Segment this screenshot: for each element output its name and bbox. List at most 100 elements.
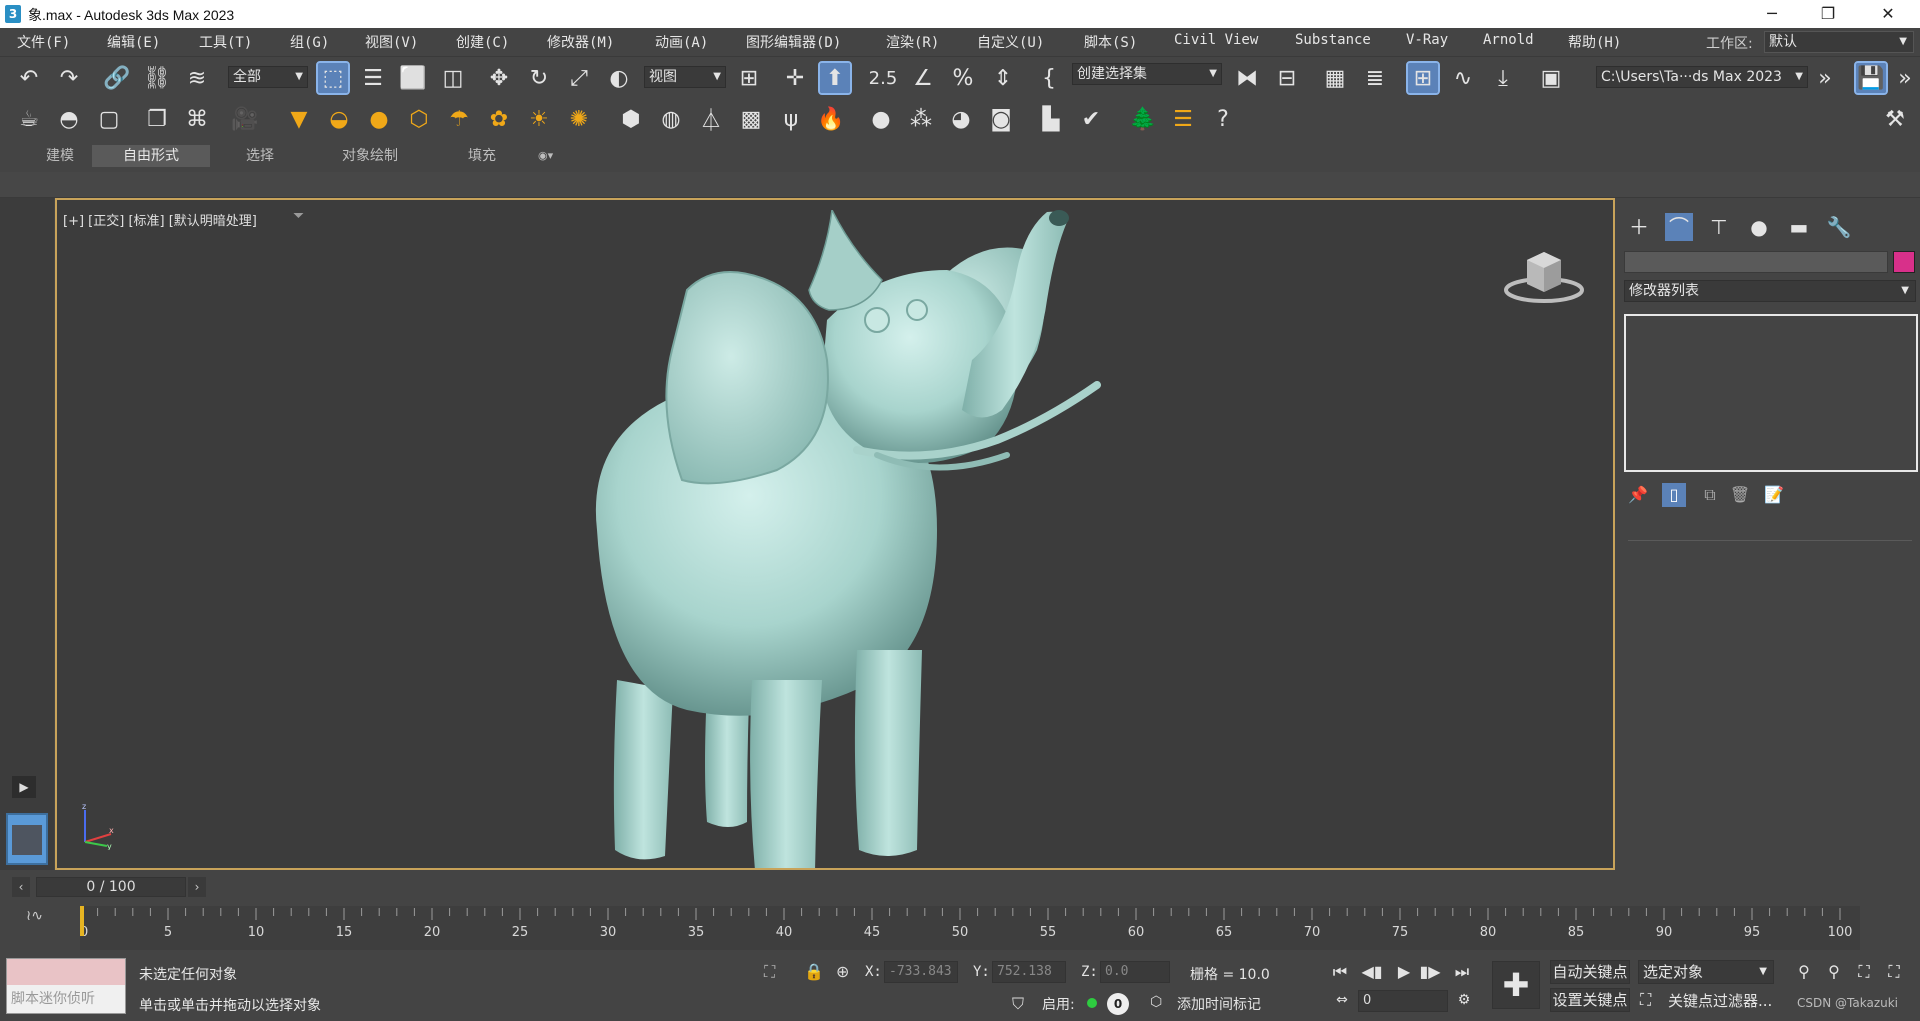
window-crossing-icon[interactable]: ◫ — [438, 63, 468, 93]
utilities-icon[interactable]: 🔧 — [1825, 213, 1853, 241]
motion-icon[interactable]: ● — [1745, 213, 1773, 241]
mirror-icon[interactable]: ⧓ — [1232, 63, 1262, 93]
pin-stack-icon[interactable]: 📌 — [1626, 483, 1650, 507]
vray-fur-icon[interactable]: ⌘ — [182, 104, 212, 134]
key-filters-button[interactable]: 关键点过滤器... — [1668, 990, 1772, 1011]
vray-sky-icon[interactable]: ✺ — [564, 104, 594, 134]
configure-modifier-sets-icon[interactable]: 📝 — [1762, 483, 1786, 507]
workspace-select[interactable]: 默认 ▼ — [1764, 31, 1914, 53]
play-icon[interactable]: ▶ — [12, 776, 36, 798]
link-icon[interactable]: 🔗 — [102, 63, 132, 93]
elephant-model[interactable] — [577, 210, 1337, 870]
vray-enmesh-icon[interactable]: ▩ — [736, 104, 766, 134]
lock-icon[interactable]: 🔒 — [804, 962, 824, 981]
schematic-view-icon[interactable]: ⤓ — [1488, 63, 1518, 93]
vray-decal-icon[interactable]: ◍ — [656, 104, 686, 134]
restore-button[interactable]: ❐ — [1800, 0, 1856, 28]
tab-modeling[interactable]: 建模 — [40, 145, 80, 167]
viewport[interactable]: [+] [正交] [标准] [默认明暗处理] ⏷ z x y — [55, 198, 1615, 870]
percent-snap-icon[interactable]: % — [948, 63, 978, 93]
vray-fur-strands-icon[interactable]: ψ — [776, 104, 806, 134]
vray-material-icon[interactable]: ● — [866, 104, 896, 134]
undo-icon[interactable]: ↶ — [14, 63, 44, 93]
select-manipulate-icon[interactable]: ✛ — [780, 63, 810, 93]
vray-box-icon[interactable]: ▢ — [94, 104, 124, 134]
vray-multi-material-icon[interactable]: ⁂ — [906, 104, 936, 134]
vray-frame-buffer-icon[interactable]: ▙ — [1036, 104, 1066, 134]
current-frame-marker[interactable] — [80, 906, 84, 936]
placement-icon[interactable]: ◐ — [604, 63, 634, 93]
set-key-icon[interactable]: ✚ — [1492, 961, 1540, 1009]
vray-fire-icon[interactable]: 🔥 — [816, 104, 846, 134]
adaptive-degradation-icon[interactable]: ⛉ — [1012, 994, 1024, 1014]
menu-vray[interactable]: V-Ray — [1406, 32, 1448, 48]
add-time-tag[interactable]: 添加时间标记 — [1177, 994, 1261, 1014]
menu-substance[interactable]: Substance — [1295, 32, 1371, 48]
filter-icon[interactable]: ⏷ — [293, 208, 304, 224]
vray-torus-icon[interactable]: ◓ — [54, 104, 84, 134]
project-path-dropdown[interactable]: C:\Users\Ta···ds Max 2023 ▼ — [1596, 66, 1808, 88]
move-icon[interactable]: ✥ — [484, 63, 514, 93]
viewport-layout-thumb[interactable] — [6, 813, 48, 865]
vray-dome-light-icon[interactable]: ◒ — [324, 104, 354, 134]
menu-tools[interactable]: 工具(T) — [199, 32, 252, 52]
viewcube[interactable] — [1499, 242, 1589, 312]
track-bar[interactable]: ≀∿ 0 5 10 15 20 25 30 35 40 45 50 55 60 65 70 75 80 85 90 9… — [0, 902, 1920, 952]
rotate-icon[interactable]: ↻ — [524, 63, 554, 93]
menu-create[interactable]: 创建(C) — [456, 32, 509, 52]
menu-help[interactable]: 帮助(H) — [1568, 32, 1621, 52]
scene-explorer-icon[interactable]: ▦ — [1320, 63, 1350, 93]
vray-list-icon[interactable]: ☰ — [1168, 104, 1198, 134]
align-icon[interactable]: ⊟ — [1272, 63, 1302, 93]
menu-modifiers[interactable]: 修改器(M) — [547, 32, 614, 52]
enable-count-badge[interactable]: 0 — [1107, 993, 1129, 1015]
z-coord-field[interactable]: 0.0 — [1100, 961, 1170, 983]
vray-camera-icon[interactable]: 🎥 — [230, 104, 260, 134]
viewport-label[interactable]: [+] [正交] [标准] [默认明暗处理] — [63, 210, 257, 229]
vray-sun-icon[interactable]: ☀ — [524, 104, 554, 134]
tab-freeform[interactable]: 自由形式 — [92, 145, 210, 167]
bind-spacewarp-icon[interactable]: ≋ — [182, 63, 212, 93]
zoom-extents-icon[interactable]: ⛶ — [1852, 960, 1876, 984]
menu-animation[interactable]: 动画(A) — [655, 32, 708, 52]
use-pivot-icon[interactable]: ⊞ — [734, 63, 764, 93]
make-unique-icon[interactable]: ⧉ — [1698, 483, 1722, 507]
vray-lightmix-icon[interactable]: ◕ — [946, 104, 976, 134]
vray-plane-light-icon[interactable]: ▼ — [284, 104, 314, 134]
show-end-result-icon[interactable]: ▯ — [1662, 483, 1686, 507]
play-animation-icon[interactable]: ▶ — [1392, 960, 1416, 984]
help-icon[interactable]: ? — [1208, 104, 1238, 134]
select-by-name-icon[interactable]: ☰ — [358, 63, 388, 93]
unlink-icon[interactable]: ⛓ — [142, 63, 172, 93]
menu-civil-view[interactable]: Civil View — [1174, 32, 1258, 48]
menu-group[interactable]: 组(G) — [290, 32, 329, 52]
menu-customize[interactable]: 自定义(U) — [977, 32, 1044, 52]
zoom-all-icon[interactable]: ⚲ — [1822, 960, 1846, 984]
go-to-end-icon[interactable]: ⏭ — [1450, 960, 1474, 984]
teapot-icon[interactable]: ☕ — [14, 104, 44, 134]
ribbon-toggle-icon[interactable]: ⊞ — [1406, 61, 1440, 95]
scale-icon[interactable]: ⤢ — [564, 63, 594, 93]
key-mode-icon[interactable]: ⇔ — [1330, 988, 1354, 1012]
go-to-start-icon[interactable]: ⏮ — [1328, 960, 1352, 984]
vray-ies-light-icon[interactable]: ☂ — [444, 104, 474, 134]
auto-key-button[interactable]: 自动关键点 — [1550, 960, 1630, 984]
menu-views[interactable]: 视图(V) — [365, 32, 418, 52]
isolate-icon[interactable]: ⛶ — [764, 962, 775, 982]
modify-icon[interactable]: ⌒ — [1665, 213, 1693, 241]
set-key-button[interactable]: 设置关键点 — [1550, 988, 1630, 1012]
absolute-mode-icon[interactable]: ⊕ — [836, 962, 849, 981]
material-editor-icon[interactable]: ▣ — [1536, 63, 1566, 93]
chaos-cosmos-icon[interactable]: 🌲 — [1128, 104, 1158, 134]
edit-named-selection-icon[interactable]: { — [1034, 63, 1064, 93]
time-config-icon[interactable]: ⚙ — [1452, 988, 1476, 1012]
menu-file[interactable]: 文件(F) — [17, 32, 70, 52]
select-object-icon[interactable]: ⬚ — [316, 61, 350, 95]
rect-selection-icon[interactable]: ⬜ — [398, 63, 428, 93]
menu-graph-editors[interactable]: 图形编辑器(D) — [746, 32, 841, 52]
maxscript-output[interactable] — [7, 959, 125, 985]
close-button[interactable]: ✕ — [1860, 0, 1916, 28]
vray-ambient-light-icon[interactable]: ✿ — [484, 104, 514, 134]
vray-logo-icon[interactable]: ✔ — [1076, 104, 1106, 134]
vray-mesh-light-icon[interactable]: ⬡ — [404, 104, 434, 134]
